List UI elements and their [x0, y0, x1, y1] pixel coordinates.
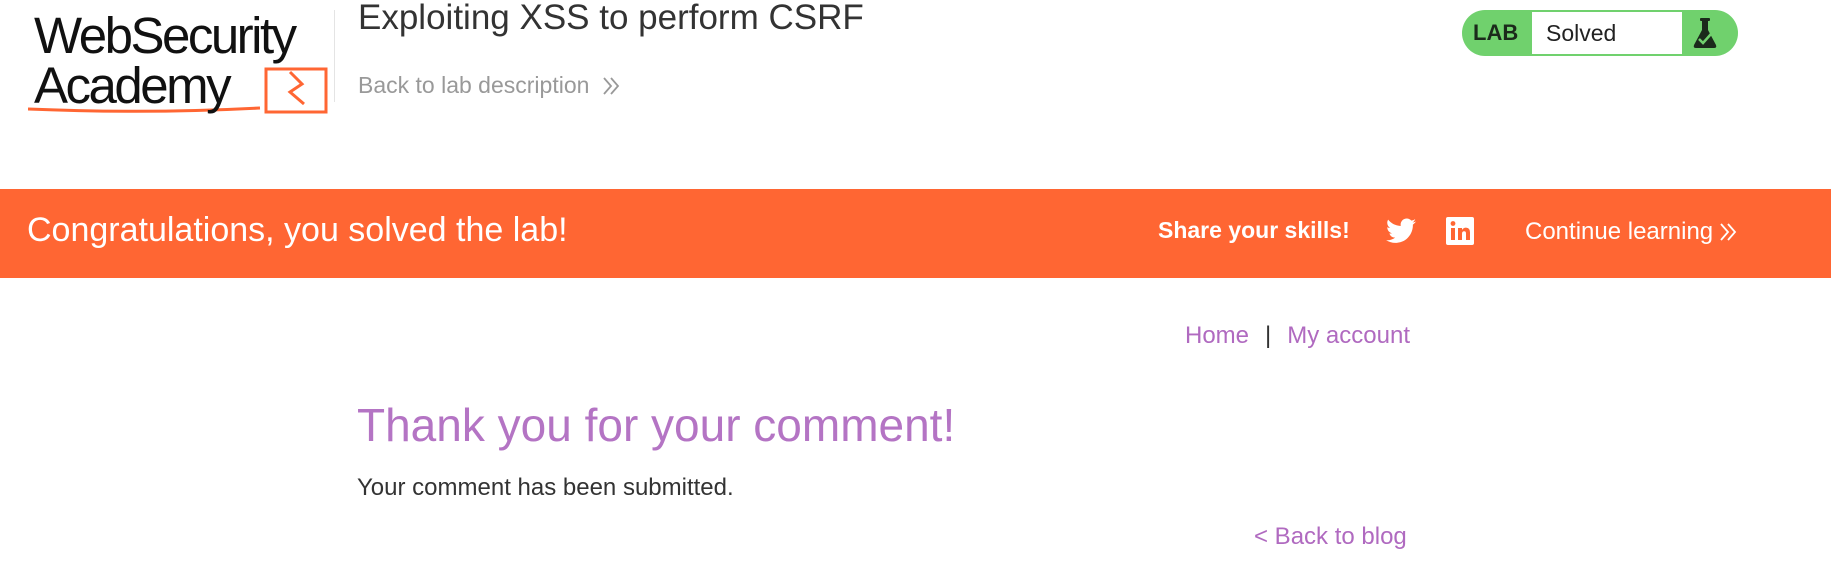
- back-to-lab-description-label: Back to lab description: [358, 72, 590, 98]
- flask-icon: [1693, 18, 1717, 48]
- header-divider: [334, 10, 335, 102]
- nav-my-account-link[interactable]: My account: [1287, 322, 1410, 350]
- logo-text-line1: WebSecurity: [34, 7, 297, 64]
- confirmation-message: Your comment has been submitted.: [357, 474, 734, 501]
- lab-tag: LAB: [1473, 20, 1519, 45]
- solved-banner: Congratulations, you solved the lab! Sha…: [0, 189, 1831, 278]
- top-nav: Home | My account: [1185, 322, 1410, 350]
- banner-message: Congratulations, you solved the lab!: [27, 211, 568, 249]
- continue-learning-label: Continue learning: [1525, 218, 1714, 245]
- logo-text-line2: Academy: [34, 57, 232, 114]
- nav-home-link[interactable]: Home: [1185, 322, 1249, 350]
- lab-title: Exploiting XSS to perform CSRF: [358, 0, 864, 37]
- nav-separator: |: [1265, 322, 1272, 349]
- continue-learning-link[interactable]: Continue learning: [1525, 218, 1737, 246]
- page: WebSecurity Academy Exploiting XSS to pe…: [0, 0, 1834, 566]
- back-to-lab-description-link[interactable]: Back to lab description: [358, 72, 621, 99]
- double-chevron-right-icon: [603, 76, 620, 95]
- lab-status-text: Solved: [1532, 12, 1682, 54]
- double-chevron-right-icon: [1720, 223, 1737, 241]
- back-to-blog-link[interactable]: < Back to blog: [1254, 523, 1407, 551]
- twitter-icon[interactable]: [1386, 218, 1416, 244]
- lab-status-widget: LAB Solved: [1462, 10, 1738, 56]
- confirmation-heading: Thank you for your comment!: [357, 399, 956, 451]
- web-security-academy-logo[interactable]: WebSecurity Academy: [28, 8, 333, 116]
- linkedin-icon[interactable]: [1446, 217, 1474, 245]
- share-label: Share your skills!: [1158, 217, 1350, 243]
